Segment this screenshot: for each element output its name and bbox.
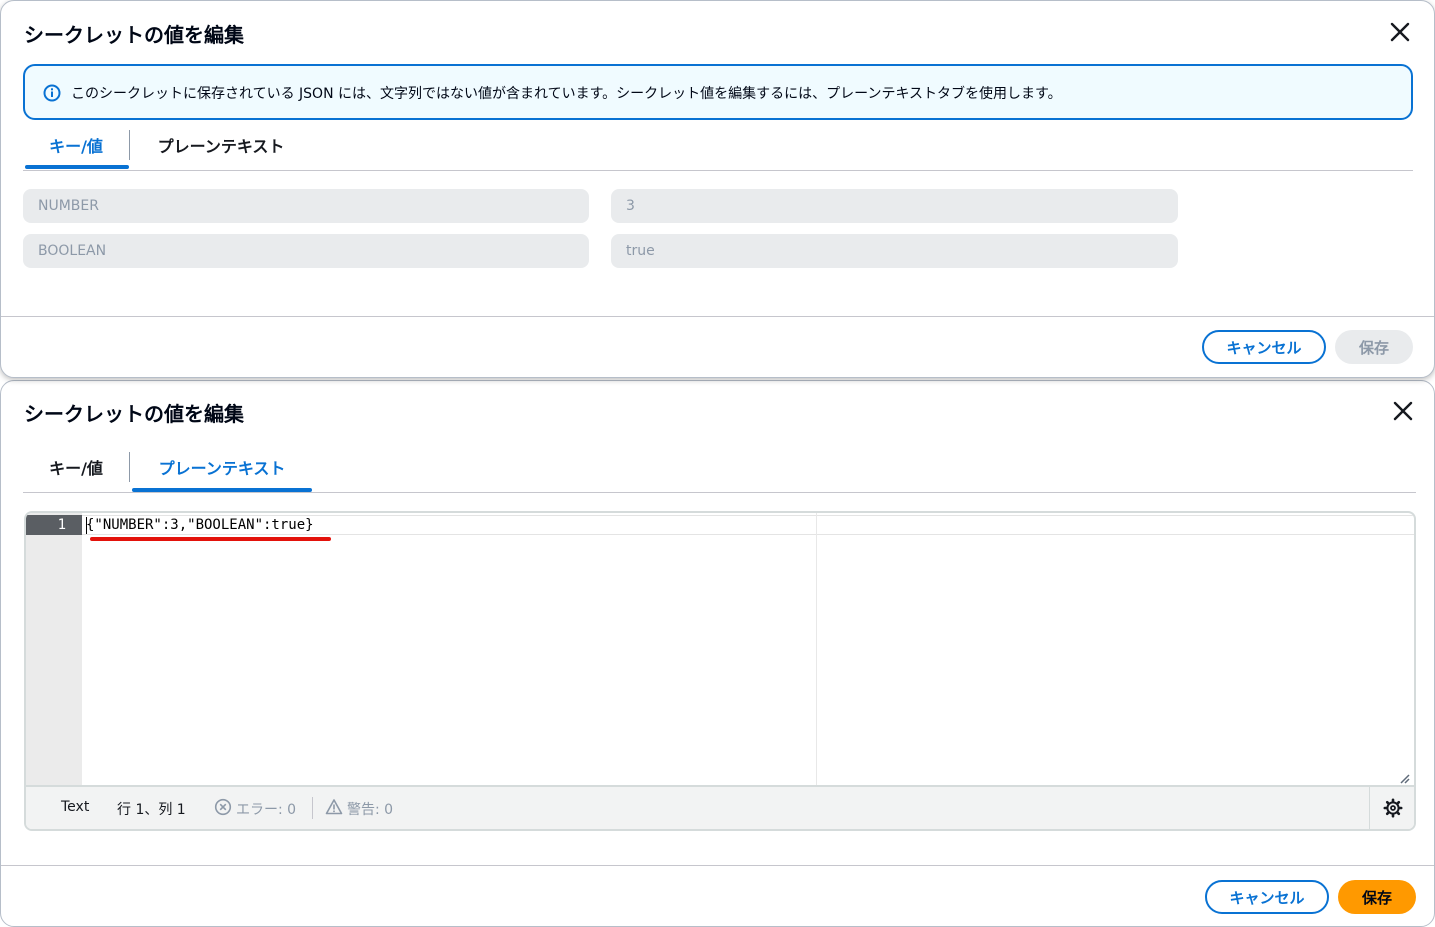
close-icon[interactable] — [1387, 19, 1413, 45]
tab-plaintext[interactable]: プレーンテキスト — [133, 445, 311, 489]
edit-secret-modal-plaintext: シークレットの値を編集 キー/値 プレーンテキスト 1 {"NUMBER":3,… — [0, 380, 1435, 927]
tab-divider — [129, 130, 130, 160]
tab-key-value[interactable]: キー/値 — [23, 123, 129, 167]
text-cursor — [86, 517, 87, 534]
line-number: 1 — [26, 515, 82, 535]
tab-divider — [129, 452, 130, 482]
code-editor[interactable]: 1 {"NUMBER":3,"BOOLEAN":true} Text 行 1、列… — [24, 511, 1416, 831]
tab-key-value[interactable]: キー/値 — [23, 445, 129, 489]
code-line[interactable]: {"NUMBER":3,"BOOLEAN":true} — [86, 515, 314, 535]
tab-list: キー/値 プレーンテキスト — [23, 123, 1413, 171]
save-button[interactable]: 保存 — [1338, 880, 1416, 914]
key-field-number[interactable]: NUMBER — [23, 189, 589, 223]
status-divider — [312, 797, 313, 819]
key-field-boolean[interactable]: BOOLEAN — [23, 234, 589, 268]
warning-triangle-icon — [325, 798, 343, 816]
resize-handle-icon[interactable] — [1398, 769, 1410, 784]
cursor-position: 行 1、列 1 — [117, 802, 186, 818]
annotation-underline — [90, 537, 331, 541]
save-button-disabled[interactable]: 保存 — [1335, 330, 1413, 364]
info-icon — [43, 84, 61, 102]
footer-divider — [1, 316, 1434, 317]
footer-divider — [1, 865, 1434, 866]
tab-list: キー/値 プレーンテキスト — [23, 445, 1416, 493]
cancel-button[interactable]: キャンセル — [1202, 330, 1326, 364]
tab-plaintext[interactable]: プレーンテキスト — [141, 123, 301, 167]
print-margin — [816, 513, 817, 785]
tab-baseline — [23, 492, 1416, 493]
modal-title: シークレットの値を編集 — [24, 402, 244, 426]
active-tab-indicator — [25, 165, 129, 169]
status-divider — [1369, 787, 1370, 829]
modal-title: シークレットの値を編集 — [24, 23, 244, 47]
info-alert: このシークレットに保存されている JSON には、文字列ではない値が含まれていま… — [23, 64, 1413, 120]
line-gutter — [26, 513, 82, 785]
cancel-button[interactable]: キャンセル — [1205, 880, 1329, 914]
tab-baseline — [23, 170, 1413, 171]
alert-text: このシークレットに保存されている JSON には、文字列ではない値が含まれていま… — [71, 86, 1062, 102]
value-field-number[interactable]: 3 — [611, 189, 1178, 223]
editor-status-bar: Text 行 1、列 1 エラー: 0 警告: 0 — [26, 785, 1414, 829]
edit-secret-modal-keyvalue: シークレットの値を編集 このシークレットに保存されている JSON には、文字列… — [0, 0, 1435, 378]
value-field-boolean[interactable]: true — [611, 234, 1178, 268]
editor-mode: Text — [61, 799, 90, 815]
error-count[interactable]: エラー: 0 — [236, 799, 296, 819]
warning-count[interactable]: 警告: 0 — [347, 799, 393, 819]
gear-icon[interactable] — [1383, 798, 1403, 818]
close-icon[interactable] — [1390, 398, 1416, 424]
error-circle-icon — [214, 798, 232, 816]
